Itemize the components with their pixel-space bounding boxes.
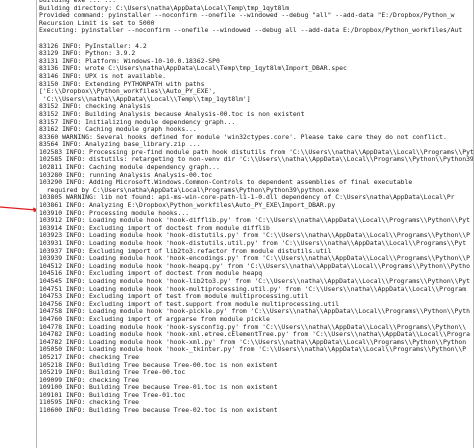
red-arrow-annotation (0, 206, 39, 213)
console-output-panel[interactable]: building exe ... ... Building directory: … (36, 0, 474, 448)
screenshot: building exe ... ... Building directory: … (0, 0, 474, 448)
console-line: Executing: pyinstaller --noconfirm --one… (39, 26, 463, 35)
console-lines: building exe ... ... Building directory: … (37, 0, 473, 415)
console-line: 110600 INFO: Building Tree because Tree-… (39, 406, 278, 415)
